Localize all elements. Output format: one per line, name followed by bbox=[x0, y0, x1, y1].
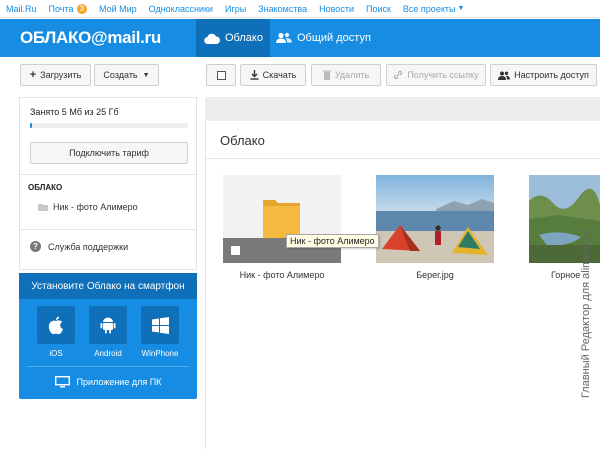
get-link-button[interactable]: Получить ссылку bbox=[386, 64, 486, 86]
page-title: Облако bbox=[220, 133, 265, 148]
nav-tab-cloud-label: Облако bbox=[225, 32, 263, 44]
android-label: Android bbox=[94, 349, 122, 358]
winphone-app-button[interactable] bbox=[141, 306, 179, 344]
download-button[interactable]: Скачать bbox=[240, 64, 306, 86]
winphone-label: WinPhone bbox=[141, 349, 179, 358]
create-button[interactable]: Создать ▼ bbox=[94, 64, 159, 86]
android-icon bbox=[100, 317, 116, 334]
configure-access-button[interactable]: Настроить доступ bbox=[490, 64, 597, 86]
portal-link-my-world[interactable]: Мой Мир bbox=[99, 4, 137, 14]
sidebar-divider bbox=[20, 229, 196, 230]
create-button-label: Создать bbox=[103, 70, 138, 80]
sidebar-folder-label: Ник - фото Алимеро bbox=[53, 202, 138, 212]
portal-link-mail-label: Почта bbox=[48, 3, 74, 14]
support-link[interactable]: ? Служба поддержки bbox=[30, 241, 128, 252]
select-all-checkbox[interactable] bbox=[206, 64, 236, 86]
trash-icon bbox=[322, 70, 331, 80]
sidebar-divider bbox=[20, 174, 196, 175]
monitor-icon bbox=[54, 376, 70, 388]
content-toolbar-strip bbox=[205, 97, 600, 121]
android-app-button[interactable] bbox=[89, 306, 127, 344]
sidebar-folder-item[interactable]: Ник - фото Алимеро bbox=[38, 202, 138, 212]
promo-title: Установите Облако на смартфон bbox=[19, 273, 197, 299]
file-item-label: Берег.jpg bbox=[416, 270, 454, 280]
portal-link-search[interactable]: Поиск bbox=[366, 4, 391, 14]
delete-button-label: Удалить bbox=[334, 70, 370, 80]
nav-tab-shared-access[interactable]: Общий доступ bbox=[276, 19, 371, 57]
mail-count-badge: 3 bbox=[76, 3, 87, 14]
support-link-label: Служба поддержки bbox=[48, 241, 129, 252]
watermark: Главный Редактор для alimero.ru bbox=[575, 185, 597, 443]
item-checkbox[interactable] bbox=[231, 246, 240, 255]
sidebar-section-title: ОБЛАКО bbox=[28, 183, 63, 192]
upload-button-label: Загрузить bbox=[40, 70, 82, 80]
portal-link-news[interactable]: Новости bbox=[319, 4, 354, 14]
nav-tab-shared-access-label: Общий доступ bbox=[297, 32, 371, 44]
delete-button[interactable]: Удалить bbox=[311, 64, 381, 86]
file-item-label: Ник - фото Алимеро bbox=[239, 270, 325, 280]
logo[interactable]: ОБЛАКО@mail.ru bbox=[20, 28, 161, 48]
users-icon bbox=[498, 71, 511, 80]
portal-bar: Mail.Ru Почта 3 Мой Мир Одноклассники Игр… bbox=[0, 0, 600, 18]
portal-link-all-projects[interactable]: Все проекты ▼ bbox=[403, 4, 464, 14]
ios-label: iOS bbox=[49, 349, 63, 358]
upload-button[interactable]: + Загрузить bbox=[20, 64, 91, 86]
configure-access-button-label: Настроить доступ bbox=[514, 70, 589, 80]
apple-icon bbox=[48, 316, 63, 334]
plus-icon: + bbox=[29, 69, 37, 81]
file-item-photo-bereg[interactable] bbox=[376, 175, 494, 263]
cloud-icon bbox=[204, 33, 220, 44]
sidebar: Занято 5 Мб из 25 Гб Подключить тариф ОБ… bbox=[19, 97, 197, 270]
photo-thumbnail bbox=[376, 175, 494, 263]
mobile-app-promo: Установите Облако на смартфон iOS Androi… bbox=[19, 273, 197, 399]
logo-at: @ bbox=[91, 28, 108, 47]
download-button-label: Скачать bbox=[262, 70, 297, 80]
checkbox-icon bbox=[216, 70, 226, 80]
connect-plan-button[interactable]: Подключить тариф bbox=[30, 142, 188, 164]
download-icon bbox=[250, 70, 259, 80]
question-icon: ? bbox=[30, 241, 41, 252]
pc-app-label: Приложение для ПК bbox=[76, 377, 162, 387]
ios-app-button[interactable] bbox=[37, 306, 75, 344]
storage-quota-bar bbox=[30, 123, 188, 128]
storage-quota-text: Занято 5 Мб из 25 Гб bbox=[30, 107, 119, 117]
chevron-down-icon: ▼ bbox=[142, 71, 150, 79]
pc-app-link[interactable]: Приложение для ПК bbox=[19, 373, 197, 391]
portal-link-dating[interactable]: Знакомства bbox=[258, 4, 307, 14]
logo-left: ОБЛАКО bbox=[20, 28, 92, 47]
watermark-text: Главный Редактор для alimero.ru bbox=[580, 229, 592, 399]
all-projects-label: Все проекты bbox=[402, 3, 456, 14]
chevron-down-icon: ▼ bbox=[457, 5, 465, 12]
portal-link-games[interactable]: Игры bbox=[225, 4, 246, 14]
promo-divider bbox=[27, 366, 189, 367]
tooltip: Ник - фото Алимеро bbox=[286, 234, 379, 248]
app-header: ОБЛАКО@mail.ru Облако Общий доступ bbox=[0, 19, 600, 57]
portal-link-mailru[interactable]: Mail.Ru bbox=[6, 4, 37, 14]
folder-icon bbox=[38, 203, 48, 211]
portal-link-mail[interactable]: Почта 3 bbox=[48, 3, 87, 14]
logo-right: mail.ru bbox=[107, 28, 161, 47]
file-browser bbox=[205, 121, 600, 449]
users-icon bbox=[276, 32, 292, 43]
windows-icon bbox=[151, 316, 169, 334]
link-icon bbox=[393, 70, 403, 80]
nav-tab-cloud[interactable]: Облако bbox=[196, 19, 270, 57]
storage-quota-fill bbox=[30, 123, 33, 128]
get-link-button-label: Получить ссылку bbox=[407, 70, 479, 80]
file-item-folder[interactable] bbox=[223, 175, 341, 263]
title-divider bbox=[206, 158, 600, 159]
portal-link-odnoklassniki[interactable]: Одноклассники bbox=[149, 4, 213, 14]
